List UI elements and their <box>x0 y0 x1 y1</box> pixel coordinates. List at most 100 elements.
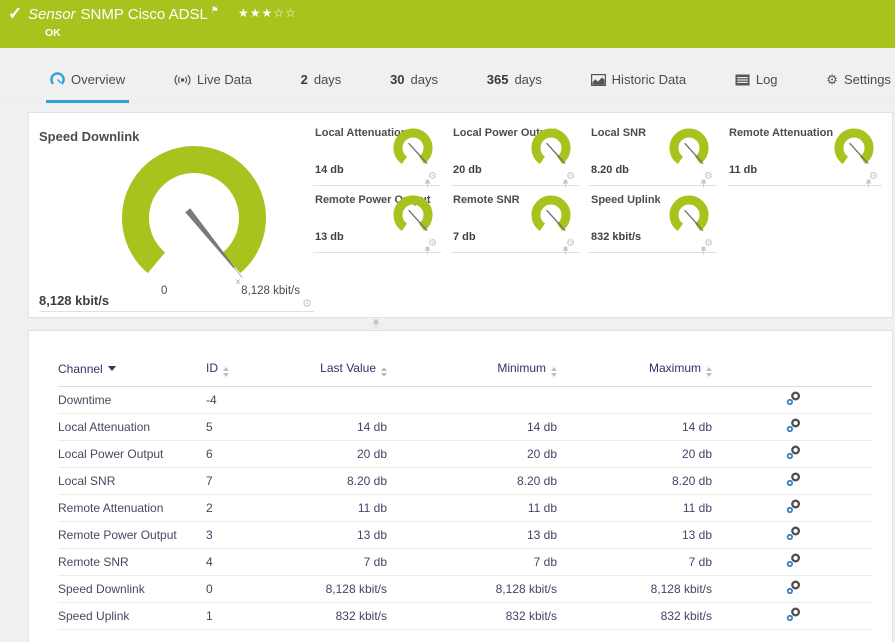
cell-channel: Speed Downlink <box>58 582 145 596</box>
tab-label: Live Data <box>196 72 252 87</box>
gauge-title: Remote SNR <box>453 194 520 206</box>
tab-label: Historic Data <box>611 72 687 87</box>
live-data-icon <box>174 74 191 85</box>
tab-30-days[interactable]: 30 days <box>386 72 442 103</box>
channel-settings-gear-icon[interactable]: ⚙ <box>302 299 312 310</box>
mini-gauge-speed-uplink[interactable]: Speed Uplink 832 kbit/s ⚙ <box>589 186 717 256</box>
cell-last-value: 20 db <box>356 447 387 461</box>
cell-minimum: 13 db <box>526 528 557 542</box>
cell-minimum: 20 db <box>526 447 557 461</box>
area-chart-icon <box>590 73 606 86</box>
channel-table: Channel ID Last Value Minimum Maximum Do… <box>58 361 872 630</box>
tab-365-days[interactable]: 365 days <box>483 72 546 103</box>
sort-icon <box>381 367 387 377</box>
cell-channel: Speed Uplink <box>58 609 130 623</box>
cell-actions <box>716 414 872 441</box>
cell-id: 4 <box>206 555 213 569</box>
mini-gauge-remote-snr[interactable]: Remote SNR 7 db ⚙ <box>451 186 579 255</box>
gauge-actions: ⚙ <box>865 172 878 188</box>
table-row-speed-uplink: Speed Uplink 1 832 kbit/s 832 kbit/s 832 kbi… <box>58 603 872 630</box>
sensor-title-prefix: Sensor <box>28 6 76 23</box>
tab-overview[interactable]: Overview <box>46 72 130 103</box>
tab-log[interactable]: Log <box>731 72 782 103</box>
cell-last-value: 8.20 db <box>346 474 387 488</box>
gauge-actions: ⚙ <box>700 172 713 188</box>
mini-gauge-remote-attenuation[interactable]: Remote Attenuation 11 db ⚙ <box>727 119 882 188</box>
wrench-edit-channel-icon[interactable] <box>786 526 801 541</box>
prtg-sensor-page: ✓ Sensor SNMP Cisco ADSL ⚑ ★★★☆☆ OK Overvi… <box>0 0 895 642</box>
wrench-edit-channel-icon[interactable] <box>786 418 801 433</box>
tab-live-data[interactable]: Live Data <box>170 72 256 103</box>
pin-icon[interactable] <box>424 246 431 256</box>
wrench-edit-channel-icon[interactable] <box>786 553 801 568</box>
cell-actions <box>716 549 872 576</box>
cell-channel: Remote SNR <box>58 555 129 569</box>
cell-last-value: 8,128 kbit/s <box>325 582 387 596</box>
tab-settings[interactable]: ⚙ Settings <box>822 72 895 103</box>
table-row-local-power-output: Local Power Output 6 20 db 20 db 20 db <box>58 441 872 468</box>
cell-actions <box>716 495 872 522</box>
stars-filled: ★★★ <box>238 6 274 20</box>
cell-last-value: 7 db <box>363 555 387 569</box>
col-last-value[interactable]: Last Value <box>303 361 391 387</box>
gauge-value: 14 db <box>315 164 344 176</box>
gauge-value: 7 db <box>453 231 476 243</box>
tab-label: Overview <box>71 72 126 87</box>
cell-actions <box>716 441 872 468</box>
col-maximum[interactable]: Maximum <box>561 361 716 387</box>
cell-id: 5 <box>206 420 213 434</box>
svg-text:x: x <box>236 277 240 286</box>
cell-maximum: 7 db <box>688 555 712 569</box>
tab-historic-data[interactable]: Historic Data <box>587 72 690 103</box>
mini-gauges: Local Attenuation 14 db ⚙ Local Power Outpu… <box>313 119 892 256</box>
stars-empty: ☆☆ <box>273 6 297 20</box>
wrench-edit-channel-icon[interactable] <box>786 445 801 460</box>
gauge-dial <box>669 195 709 232</box>
table-row-local-attenuation: Local Attenuation 5 14 db 14 db 14 db <box>58 414 872 441</box>
cell-id: 2 <box>206 501 213 515</box>
gauge-title: Remote Attenuation <box>729 127 834 139</box>
wrench-edit-channel-icon[interactable] <box>786 607 801 622</box>
wrench-edit-channel-icon[interactable] <box>786 472 801 487</box>
ok-check-icon: ✓ <box>8 4 23 23</box>
sort-icon <box>706 367 712 377</box>
cell-maximum: 8.20 db <box>671 474 712 488</box>
gauge-value: 11 db <box>729 164 758 176</box>
gauge-actions: ⚙ <box>562 172 575 188</box>
cell-channel: Local Power Output <box>58 447 164 461</box>
sort-icon <box>223 367 229 377</box>
gauge-dial <box>669 128 709 165</box>
wrench-edit-channel-icon[interactable] <box>786 499 801 514</box>
pin-icon[interactable] <box>562 246 569 256</box>
cell-id: 3 <box>206 528 213 542</box>
mini-gauge-remote-power-output[interactable]: Remote Power Output 13 db ⚙ <box>313 186 441 256</box>
table-row-downtime: Downtime -4 <box>58 387 872 414</box>
table-row-remote-power-output: Remote Power Output 3 13 db 13 db 13 db <box>58 522 872 549</box>
mini-gauge-local-power-output[interactable]: Local Power Output 20 db ⚙ <box>451 119 579 188</box>
cell-maximum: 20 db <box>681 447 712 461</box>
pin-icon[interactable] <box>372 319 380 330</box>
cell-id: -4 <box>206 393 217 407</box>
pin-icon[interactable] <box>865 179 872 189</box>
mini-gauge-local-snr[interactable]: Local SNR 8.20 db ⚙ <box>589 119 717 188</box>
mini-gauge-local-attenuation[interactable]: Local Attenuation 14 db ⚙ <box>313 119 441 188</box>
cell-channel: Downtime <box>58 393 112 407</box>
cell-channel: Remote Power Output <box>58 528 177 542</box>
gauge-actions: ⚙ <box>562 239 575 255</box>
flag-icon[interactable]: ⚑ <box>211 5 219 15</box>
settings-gear-icon: ⚙ <box>826 72 838 87</box>
gauge-title: Local SNR <box>591 127 647 139</box>
col-minimum[interactable]: Minimum <box>391 361 561 387</box>
col-channel[interactable]: Channel <box>58 361 206 387</box>
col-id[interactable]: ID <box>206 361 303 387</box>
tab-label: Settings <box>843 72 891 87</box>
priority-stars[interactable]: ★★★☆☆ <box>238 6 297 20</box>
tab-2-days[interactable]: 2 days <box>297 72 346 103</box>
pin-icon[interactable] <box>700 246 707 256</box>
wrench-edit-channel-icon[interactable] <box>786 580 801 595</box>
gauge-dial: x <box>122 146 266 286</box>
wrench-edit-channel-icon[interactable] <box>786 391 801 406</box>
main-gauge-speed-downlink[interactable]: Speed Downlink x 0 8,128 kbit/s 8,128 kb… <box>39 113 380 329</box>
sort-icon <box>551 367 557 377</box>
table-row-speed-downlink: Speed Downlink 0 8,128 kbit/s 8,128 kbit/s 8… <box>58 576 872 603</box>
